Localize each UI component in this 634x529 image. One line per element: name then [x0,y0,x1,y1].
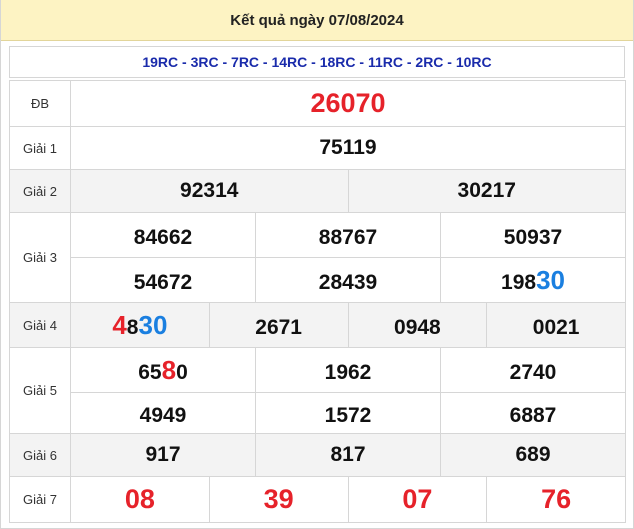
label-prize-5: Giải 5 [9,347,71,434]
prize-6-cell: 689 [440,433,626,477]
prize-6-number: 689 [515,443,551,466]
prize-4-red-digit: 4 [112,309,127,340]
prize-6-number: 817 [330,443,366,466]
prize-1-number: 75119 [319,136,377,159]
prize-7-cell: 07 [347,476,488,523]
prize-2-number: 92314 [180,179,239,202]
prize-5-cell: 1572 [255,392,441,434]
prize-7-cell: 76 [486,476,626,523]
prize-4-cell: 0021 [486,302,626,348]
prize-3-cell: 28439 [255,257,441,303]
prize-5-cell: 6580 [70,347,256,393]
prize-4-cell: 4830 [70,302,210,348]
row-prize-1: Giải 1 75119 [9,126,626,170]
prize-6-number: 917 [145,443,181,466]
row-prize-4: Giải 4 4830 2671 0948 0021 [9,302,626,348]
prize-3-cell: 50937 [440,212,626,258]
prize-5-red-digit: 8 [161,354,177,385]
prize-6-cell: 817 [255,433,441,477]
row-special-prize: ĐB 26070 [9,80,626,127]
results-table: ĐB 26070 Giải 1 75119 Giải 2 92314 30217… [9,80,626,523]
prize-5-number: 6887 [509,403,557,427]
label-prize-7: Giải 7 [9,476,71,523]
row-prize-6: Giải 6 917 817 689 [9,433,626,477]
prize-3-number: 54672 [133,270,193,294]
prize-5-number-end: 0 [176,360,188,384]
prize-5-cell: 2740 [440,347,626,393]
prize-4-number: 8 [126,315,139,339]
row-prize-2: Giải 2 92314 30217 [9,169,626,213]
prize-2-cell: 30217 [347,169,626,213]
prize-3-number: 50937 [503,225,563,249]
prize-5-cell: 4949 [70,392,256,434]
row-prize-3: Giải 3 84662 88767 50937 [9,212,626,303]
prize-7-number: 07 [402,484,433,514]
row-prize-5: Giải 5 6580 1962 2740 [9,347,626,434]
special-prize-number: 26070 [310,88,386,118]
label-prize-3: Giải 3 [9,212,71,303]
prize-3-number: 198 [501,270,537,294]
prize-5-number: 1962 [324,360,372,384]
prize-3-cell: 19830 [440,257,626,303]
prize-7-number: 08 [124,484,155,514]
label-prize-1: Giải 1 [9,126,71,170]
prize-5-cell: 6887 [440,392,626,434]
prize-4-cell: 2671 [208,302,349,348]
prize-5-number: 65 [138,360,162,384]
prize-7-number: 76 [541,484,572,514]
prize-4-highlight: 30 [138,309,168,340]
prize-3-number: 88767 [318,225,378,249]
prize-2-number: 30217 [457,179,516,202]
label-prize-4: Giải 4 [9,302,71,348]
prize-3-cell: 84662 [70,212,256,258]
prize-5-cell: 1962 [255,347,441,393]
prize-7-number: 39 [263,484,294,514]
row-prize-3: 54672 28439 19830 [10,257,626,303]
prize-1-cell: 75119 [70,126,626,170]
draw-codes: 19RC - 3RC - 7RC - 14RC - 18RC - 11RC - … [9,46,625,78]
special-prize-cell: 26070 [70,80,626,127]
prize-5-number: 1572 [324,403,372,427]
prize-7-cell: 08 [70,476,210,523]
results-header: Kết quả ngày 07/08/2024 [1,0,633,41]
prize-4-number: 0948 [394,315,441,339]
prize-5-number: 4949 [139,403,187,427]
row-prize-5: 4949 1572 6887 [10,392,626,434]
label-prize-6: Giải 6 [9,433,71,477]
prize-4-number: 0021 [532,315,580,339]
prize-3-number: 84662 [133,225,193,249]
label-special-prize: ĐB [9,80,71,127]
prize-6-cell: 917 [70,433,256,477]
prize-3-number: 28439 [318,270,378,294]
results-title: Kết quả ngày 07/08/2024 [230,11,404,29]
prize-5-number: 2740 [509,360,557,384]
prize-3-cell: 54672 [70,257,256,303]
prize-3-cell: 88767 [255,212,441,258]
prize-4-number: 2671 [255,315,302,339]
prize-3-highlight: 30 [536,264,565,295]
row-prize-7: Giải 7 08 39 07 76 [9,476,626,523]
prize-7-cell: 39 [208,476,349,523]
label-prize-2: Giải 2 [9,169,71,213]
results-panel: Kết quả ngày 07/08/2024 19RC - 3RC - 7RC… [0,0,634,529]
prize-2-cell: 92314 [70,169,349,213]
prize-4-cell: 0948 [347,302,488,348]
